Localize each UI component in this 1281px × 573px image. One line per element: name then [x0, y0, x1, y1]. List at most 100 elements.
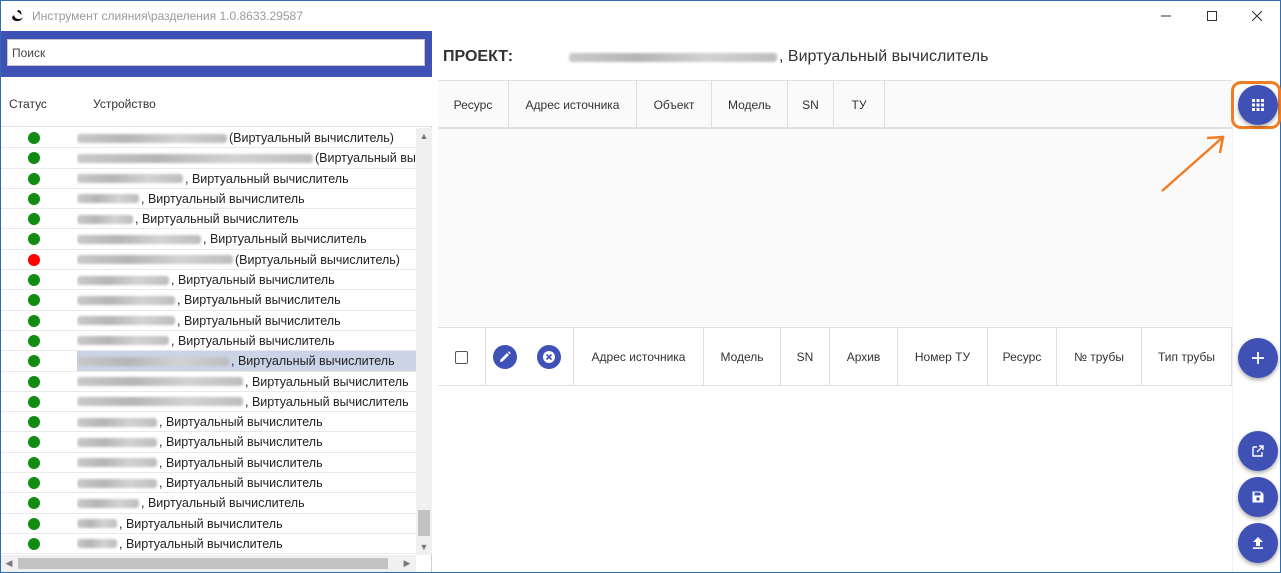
redacted-text	[77, 255, 233, 265]
upper-column-header[interactable]: SN	[788, 81, 834, 129]
horizontal-scrollbar[interactable]: ◀ ▶	[1, 555, 416, 572]
maximize-button[interactable]	[1189, 1, 1235, 31]
lower-column-header[interactable]: Архив	[830, 328, 898, 386]
device-name: , Виртуальный вычислитель	[77, 351, 416, 372]
device-row[interactable]: , Виртуальный вычислитель	[1, 229, 416, 250]
status-indicator-icon	[28, 192, 40, 205]
app-logo-icon	[12, 10, 23, 22]
device-row[interactable]: , Виртуальный вычислитель	[1, 392, 416, 413]
add-button[interactable]	[1238, 338, 1278, 378]
search-input[interactable]	[7, 39, 425, 66]
device-row[interactable]: , Виртуальный вычислитель	[1, 311, 416, 331]
lower-column-header[interactable]: SN	[781, 328, 830, 386]
status-indicator-icon	[28, 213, 40, 226]
horizontal-scrollbar-thumb[interactable]	[18, 558, 388, 569]
edit-button[interactable]	[493, 345, 517, 369]
select-all-cell	[438, 328, 486, 386]
device-list-header: Статус Устройство	[1, 77, 432, 127]
device-column-header[interactable]: Устройство	[93, 97, 156, 111]
device-name-suffix: , Виртуальный вычислитель	[245, 394, 409, 409]
status-indicator-icon	[28, 436, 40, 449]
device-name-suffix: (Виртуальный вычислитель)	[235, 252, 400, 267]
remove-button[interactable]	[536, 345, 561, 369]
device-name: , Виртуальный вычислитель	[77, 493, 416, 513]
device-row[interactable]: , Виртуальный вычислитель	[1, 189, 416, 210]
redacted-text	[77, 356, 229, 366]
device-row[interactable]: , Виртуальный вычислитель	[1, 331, 416, 352]
device-row[interactable]: (Виртуальный вычислитель)	[1, 250, 416, 271]
scroll-left-icon[interactable]: ◀	[1, 555, 17, 572]
device-row[interactable]: , Виртуальный вычислитель	[1, 432, 416, 453]
device-row[interactable]: , Виртуальный вычислитель	[1, 169, 416, 189]
upper-column-header[interactable]: Объект	[637, 81, 712, 129]
minimize-button[interactable]	[1143, 1, 1189, 31]
device-name-suffix: , Виртуальный вычислитель	[245, 374, 409, 389]
apps-grid-icon	[1252, 99, 1264, 111]
lower-column-header[interactable]: Тип трубы	[1142, 328, 1232, 386]
vertical-scrollbar[interactable]: ▲ ▼	[416, 128, 432, 555]
scrollbar-thumb[interactable]	[418, 510, 430, 536]
upper-column-header[interactable]: Модель	[712, 81, 788, 129]
device-name-suffix: , Виртуальный вычислитель	[119, 536, 283, 551]
device-row[interactable]: , Виртуальный вычислитель	[1, 453, 416, 474]
device-row[interactable]: , Виртуальный вычислитель	[1, 270, 416, 291]
status-indicator-icon	[28, 233, 40, 246]
status-indicator-icon	[28, 477, 40, 490]
lower-column-header[interactable]: Адрес источника	[574, 328, 704, 386]
arrow-annotation-icon	[1161, 135, 1225, 192]
scroll-down-icon[interactable]: ▼	[416, 539, 432, 555]
redacted-text	[77, 174, 183, 184]
device-row[interactable]: (Виртуальный вы	[1, 148, 416, 169]
lower-column-header[interactable]: № трубы	[1057, 328, 1142, 386]
device-name: (Виртуальный вы	[77, 148, 416, 168]
device-row[interactable]: , Виртуальный вычислитель	[1, 534, 416, 555]
upper-column-header[interactable]: Ресурс	[438, 81, 509, 129]
project-label: ПРОЕКТ:	[443, 48, 514, 65]
device-name: , Виртуальный вычислитель	[77, 453, 416, 473]
device-row[interactable]: , Виртуальный вычислитель	[1, 290, 416, 311]
device-name: , Виртуальный вычислитель	[77, 534, 416, 554]
status-indicator-icon	[28, 355, 40, 368]
save-button[interactable]	[1238, 477, 1278, 517]
upload-button[interactable]	[1238, 523, 1278, 563]
device-name: (Виртуальный вычислитель)	[77, 250, 416, 270]
device-row[interactable]: , Виртуальный вычислитель	[1, 473, 416, 494]
pencil-icon	[500, 351, 511, 362]
status-indicator-icon	[28, 375, 40, 388]
device-row[interactable]: , Виртуальный вычислитель	[1, 209, 416, 230]
fab-column-divider	[1232, 80, 1233, 572]
select-all-checkbox[interactable]	[455, 350, 468, 364]
scroll-up-icon[interactable]: ▲	[416, 128, 432, 144]
status-indicator-icon	[28, 132, 40, 144]
device-row[interactable]: , Виртуальный вычислитель	[1, 514, 416, 534]
minimize-icon	[1161, 15, 1171, 17]
device-row[interactable]: , Виртуальный вычислитель	[1, 372, 416, 392]
close-button[interactable]	[1234, 1, 1280, 31]
device-row[interactable]: (Виртуальный вычислитель)	[1, 128, 416, 149]
upper-column-header[interactable]: Адрес источника	[509, 81, 637, 129]
device-list: (Виртуальный вычислитель) (Виртуальный вы…	[1, 128, 416, 555]
device-name: , Виртуальный вычислитель	[77, 209, 416, 229]
upper-column-header[interactable]: ТУ	[834, 81, 885, 129]
columns-menu-button[interactable]	[1238, 85, 1278, 125]
lower-column-header[interactable]: Модель	[704, 328, 781, 386]
status-indicator-icon	[28, 314, 40, 327]
title-bar: Инструмент слияния\разделения 1.0.8633.2…	[1, 1, 1280, 31]
device-name: , Виртуальный вычислитель	[77, 372, 416, 392]
redacted-text	[77, 539, 117, 549]
device-row[interactable]: , Виртуальный вычислитель	[1, 493, 416, 514]
device-row[interactable]: , Виртуальный вычислитель	[1, 351, 416, 372]
device-name-suffix: , Виртуальный вычислитель	[159, 435, 323, 450]
scroll-right-icon[interactable]: ▶	[399, 555, 415, 572]
redacted-text	[77, 316, 175, 326]
redacted-text	[77, 133, 227, 143]
redacted-text	[77, 519, 117, 529]
device-name-suffix: , Виртуальный вычислитель	[119, 516, 283, 531]
lower-column-header[interactable]: Ресурс	[988, 328, 1057, 386]
device-name: , Виртуальный вычислитель	[77, 189, 416, 209]
search-bar	[1, 31, 432, 77]
open-external-button[interactable]	[1238, 431, 1278, 471]
lower-column-header[interactable]: Номер ТУ	[898, 328, 988, 386]
status-column-header[interactable]: Статус	[9, 97, 47, 111]
device-row[interactable]: , Виртуальный вычислитель	[1, 412, 416, 433]
